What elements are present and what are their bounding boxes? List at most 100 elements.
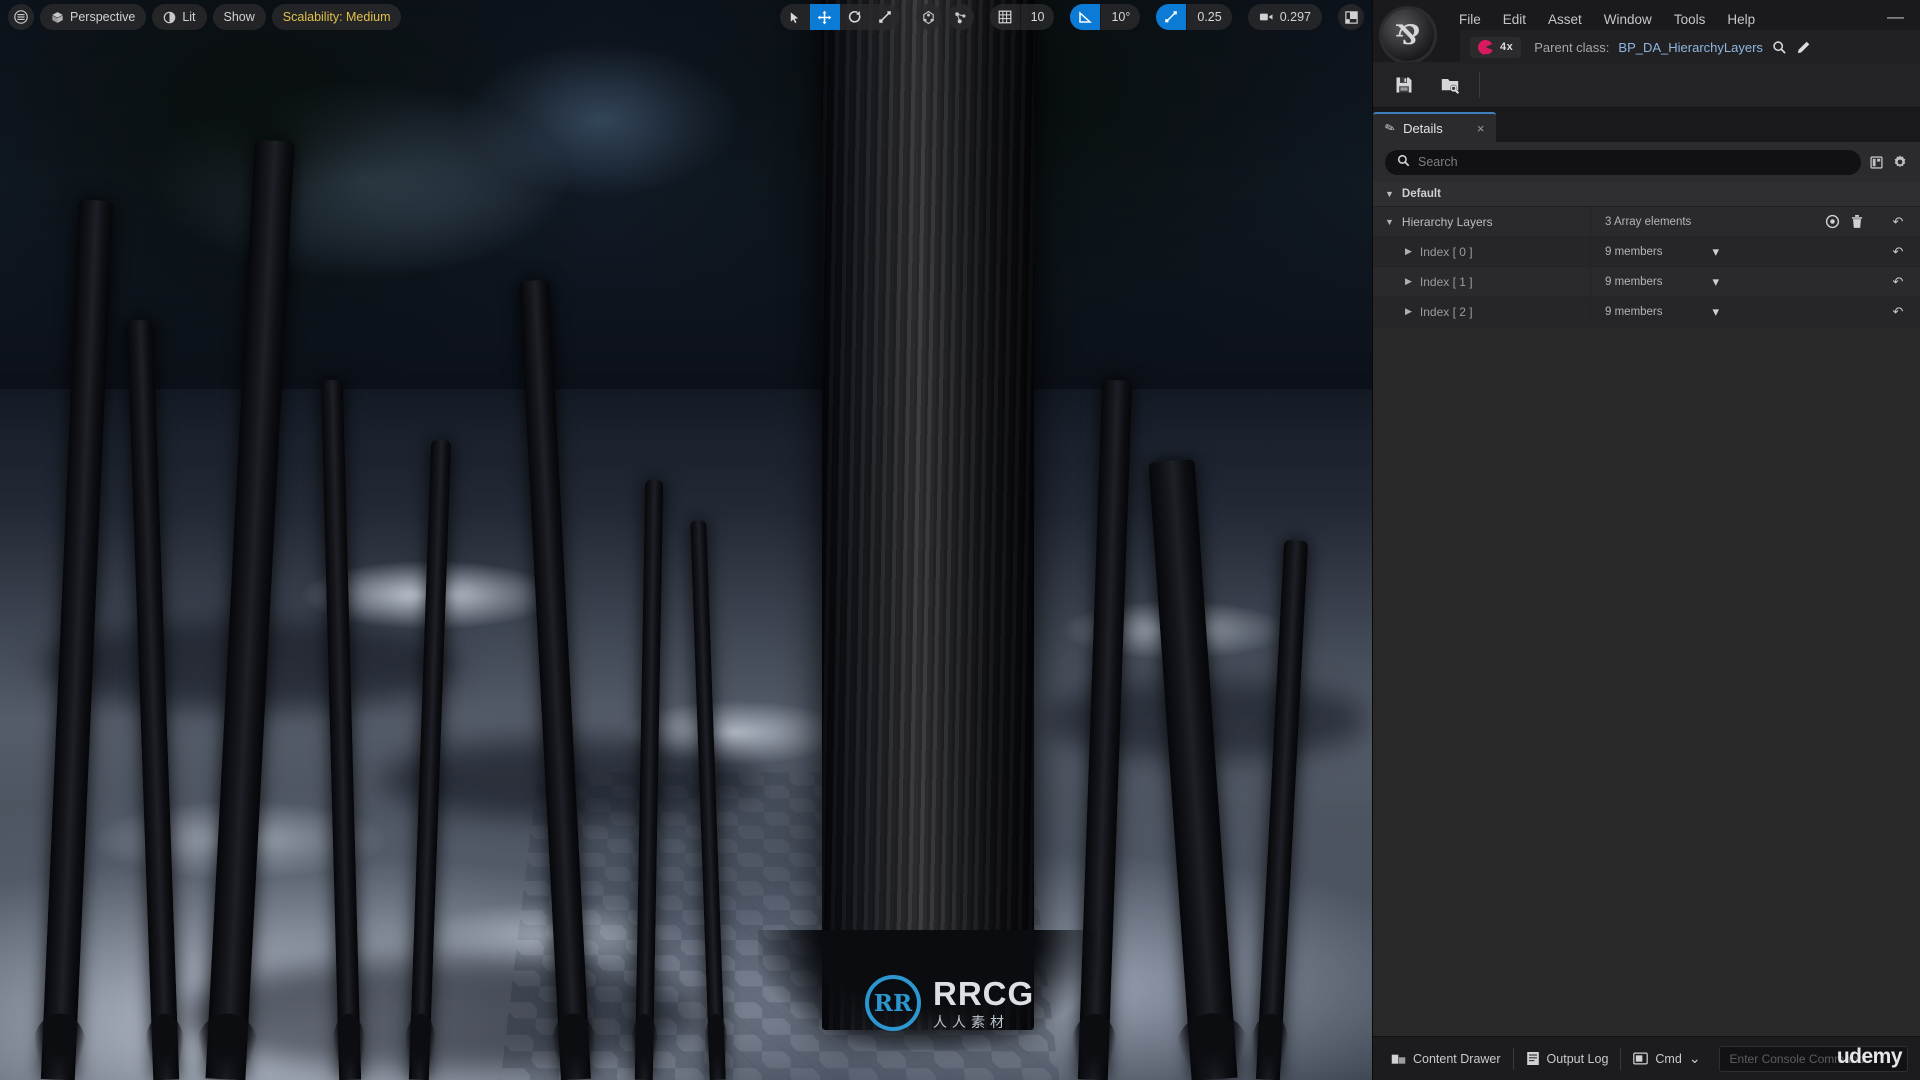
hamburger-icon xyxy=(14,10,28,24)
camera-icon xyxy=(1259,13,1273,21)
lighting-icon xyxy=(164,11,176,23)
surface-snap-button[interactable] xyxy=(947,4,974,30)
tab-details[interactable]: ✎ Details × xyxy=(1373,112,1497,142)
element-name-cell[interactable]: ▶ Index [ 0 ] xyxy=(1373,237,1591,266)
reset-arrow-icon[interactable]: ↶ xyxy=(1876,274,1920,290)
cmd-button[interactable]: Cmd ⌄ xyxy=(1621,1044,1712,1074)
trash-icon[interactable] xyxy=(1850,214,1864,229)
add-element-icon[interactable] xyxy=(1825,214,1840,229)
viewport-scalability-button[interactable]: Scalability: Medium xyxy=(271,4,402,30)
chevron-down-icon[interactable]: ▾ xyxy=(1713,304,1720,320)
element-value-cell: 9 members ▾ xyxy=(1591,237,1876,266)
angle-snap-value[interactable]: 10° xyxy=(1100,4,1140,30)
reset-arrow-icon[interactable]: ↶ xyxy=(1876,304,1920,320)
viewport-show-button[interactable]: Show xyxy=(212,4,266,30)
viewport-perspective-button[interactable]: Perspective xyxy=(40,4,147,30)
viewport-viewmode-button[interactable]: Lit xyxy=(152,4,207,30)
chevron-right-icon[interactable]: ▶ xyxy=(1405,246,1412,257)
reset-arrow-icon[interactable]: ↶ xyxy=(1876,214,1920,230)
asset-toolbar xyxy=(1373,62,1920,108)
unreal-engine-logo[interactable]: ⅋ xyxy=(1379,6,1437,64)
show-label: Show xyxy=(223,10,255,24)
category-header-default[interactable]: ▼ Default xyxy=(1373,182,1920,207)
scale-snap-toggle[interactable] xyxy=(1156,4,1187,30)
property-value-cell: 3 Array elements xyxy=(1591,207,1876,236)
grid-snap-group: 10 xyxy=(989,4,1055,30)
transform-tools-group xyxy=(779,4,900,30)
maximize-viewport-icon xyxy=(1344,10,1358,24)
category-label: Default xyxy=(1401,188,1441,200)
menu-help[interactable]: Help xyxy=(1727,12,1755,27)
property-row-hierarchy-layers[interactable]: ▼ Hierarchy Layers 3 Array elements ↶ xyxy=(1373,207,1920,237)
scale-snap-icon xyxy=(1165,11,1178,23)
tab-details-label: Details xyxy=(1403,120,1443,136)
tree-shadow xyxy=(180,960,700,1070)
select-tool-button[interactable] xyxy=(780,4,810,30)
chevron-down-icon[interactable]: ▾ xyxy=(1713,244,1720,260)
browse-to-asset-button[interactable] xyxy=(1429,68,1471,102)
gear-icon[interactable] xyxy=(1892,154,1908,170)
parent-class-value[interactable]: BP_DA_HierarchyLayers xyxy=(1618,40,1763,55)
coordinate-system-button[interactable] xyxy=(915,4,942,30)
folder-search-icon xyxy=(1441,78,1460,94)
move-tool-button[interactable] xyxy=(809,4,840,30)
menu-asset[interactable]: Asset xyxy=(1548,12,1582,27)
element-member-count: 9 members xyxy=(1605,275,1663,288)
search-input[interactable]: Search xyxy=(1385,149,1861,175)
parent-class-row: 4x Parent class: BP_DA_HierarchyLayers xyxy=(1460,30,1920,64)
rotate-tool-button[interactable] xyxy=(840,4,870,30)
element-name-cell[interactable]: ▶ Index [ 1 ] xyxy=(1373,267,1591,296)
minimize-button[interactable]: — xyxy=(1887,8,1904,25)
parent-class-edit-icon[interactable] xyxy=(1796,40,1811,55)
rrcg-watermark-text: RRCG 人人素材 xyxy=(933,977,1034,1029)
element-label: Index [ 1 ] xyxy=(1419,274,1473,289)
maximize-viewport-button[interactable] xyxy=(1338,4,1364,30)
chevron-down-icon[interactable]: ⌄ xyxy=(1689,1050,1701,1067)
parent-class-browse-icon[interactable] xyxy=(1772,40,1787,55)
element-value-cell: 9 members ▾ xyxy=(1591,267,1876,296)
column-settings-icon[interactable] xyxy=(1869,155,1884,170)
chevron-right-icon[interactable]: ▶ xyxy=(1405,276,1412,287)
camera-speed-button[interactable]: 0.297 xyxy=(1247,4,1322,30)
array-element-row[interactable]: ▶ Index [ 2 ] 9 members ▾ ↶ xyxy=(1373,297,1920,327)
scale-snap-value[interactable]: 0.25 xyxy=(1186,4,1231,30)
angle-snap-toggle[interactable] xyxy=(1070,4,1101,30)
chevron-down-icon[interactable]: ▾ xyxy=(1713,274,1720,290)
world-coordinate-icon xyxy=(923,10,934,24)
pac-man-icon xyxy=(1478,39,1493,55)
console-icon xyxy=(1633,1052,1649,1065)
chevron-down-icon[interactable]: ▼ xyxy=(1385,217,1394,227)
angle-icon xyxy=(1079,11,1093,23)
level-viewport[interactable]: Perspective Lit Show Scalability: Medium xyxy=(0,0,1372,1080)
cube-icon xyxy=(52,11,63,23)
details-search-row: Search xyxy=(1373,142,1920,182)
element-member-count: 9 members xyxy=(1605,245,1663,258)
asset-editor-panel: ⅋ File Edit Asset Window Tools Help — 4x… xyxy=(1372,0,1920,1080)
chevron-right-icon[interactable]: ▶ xyxy=(1405,306,1412,317)
content-drawer-button[interactable]: Content Drawer xyxy=(1379,1044,1513,1074)
reset-arrow-icon[interactable]: ↶ xyxy=(1876,244,1920,260)
element-label: Index [ 0 ] xyxy=(1419,244,1473,259)
scale-tool-button[interactable] xyxy=(870,4,900,30)
pac-man-badge[interactable]: 4x xyxy=(1470,36,1522,58)
viewport-menu-button[interactable] xyxy=(8,4,34,30)
rrcg-subtitle: 人人素材 xyxy=(933,1014,1009,1030)
save-button[interactable] xyxy=(1383,68,1425,102)
rrcg-title: RRCG xyxy=(933,975,1035,1012)
array-element-row[interactable]: ▶ Index [ 0 ] 9 members ▾ ↶ xyxy=(1373,237,1920,267)
rotate-icon xyxy=(848,11,861,23)
menu-file[interactable]: File xyxy=(1459,12,1481,27)
element-name-cell[interactable]: ▶ Index [ 2 ] xyxy=(1373,297,1591,326)
menu-edit[interactable]: Edit xyxy=(1503,12,1526,27)
menu-tools[interactable]: Tools xyxy=(1674,12,1706,27)
array-element-row[interactable]: ▶ Index [ 1 ] 9 members ▾ ↶ xyxy=(1373,267,1920,297)
menu-window[interactable]: Window xyxy=(1604,12,1652,27)
output-log-button[interactable]: Output Log xyxy=(1514,1044,1621,1074)
grid-snap-value[interactable]: 10 xyxy=(1019,4,1055,30)
property-name-cell[interactable]: ▼ Hierarchy Layers xyxy=(1373,207,1591,236)
tab-close-icon[interactable]: × xyxy=(1477,121,1485,136)
scalability-label: Scalability: Medium xyxy=(282,10,391,24)
surface-snap-icon xyxy=(955,11,966,23)
search-placeholder: Search xyxy=(1418,155,1458,169)
grid-snap-toggle[interactable] xyxy=(990,4,1020,30)
